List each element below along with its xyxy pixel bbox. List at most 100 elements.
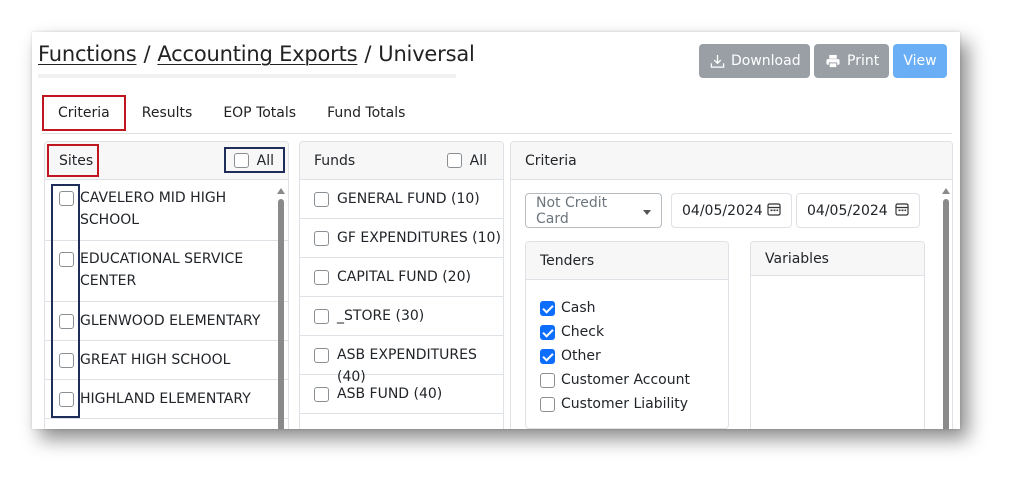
caret-down-icon	[643, 203, 651, 219]
fund-checkbox[interactable]	[314, 270, 329, 285]
list-item[interactable]: EDUCATIONAL SERVICE CENTER	[45, 241, 288, 302]
funds-select-all-label: All	[469, 152, 487, 169]
tenders-panel-title: Tenders	[540, 252, 595, 269]
tender-label: Customer Account	[561, 372, 690, 388]
funds-panel-header: Funds All	[300, 142, 503, 180]
site-label-line: CAVELERO MID HIGH	[80, 190, 227, 206]
tender-checkbox[interactable]	[540, 396, 555, 412]
tender-option-customer-account[interactable]: Customer Account	[540, 368, 728, 392]
fund-label: _STORE (30)	[337, 308, 425, 324]
site-label-line: CENTER	[80, 273, 137, 289]
breadcrumb-separator: /	[143, 42, 151, 66]
tab-bar-divider	[42, 133, 952, 134]
tenders-panel: Tenders Cash Check Other Customer Accoun…	[525, 241, 729, 429]
breadcrumb-current: Universal	[378, 42, 475, 66]
payment-filter-value: Not Credit Card	[536, 194, 608, 227]
fund-label: GENERAL FUND (10)	[337, 191, 480, 207]
tab-eop-totals[interactable]: EOP Totals	[223, 95, 296, 131]
app-frame: Functions / Accounting Exports / Universal D…	[32, 32, 960, 429]
funds-list: GENERAL FUND (10) GF EXPENDITURES (10) C…	[300, 180, 503, 414]
criteria-scrollbar-thumb[interactable]	[943, 199, 949, 429]
site-label-line: SCHOOL	[80, 212, 140, 228]
breadcrumb: Functions / Accounting Exports / Universal	[38, 42, 475, 66]
sites-all-highlight	[224, 147, 285, 173]
tender-checkbox[interactable]	[540, 300, 555, 316]
site-label: GLENWOOD ELEMENTARY	[80, 313, 261, 329]
date-to-value: 04/05/2024	[807, 202, 888, 219]
printer-icon	[825, 54, 841, 69]
print-button[interactable]: Print	[814, 44, 889, 78]
sites-checkbox-column-highlight	[51, 184, 80, 418]
scroll-up-arrow-icon[interactable]	[942, 188, 950, 194]
date-to-input[interactable]: 04/05/2024	[796, 193, 920, 228]
tab-results[interactable]: Results	[142, 95, 193, 131]
funds-select-all-checkbox[interactable]	[446, 153, 462, 168]
calendar-icon[interactable]	[767, 202, 781, 220]
site-label: HIGHLAND ELEMENTARY	[80, 391, 251, 407]
tab-fund-totals[interactable]: Fund Totals	[327, 95, 405, 131]
tender-checkbox[interactable]	[540, 324, 555, 340]
breadcrumb-separator: /	[364, 42, 372, 66]
scroll-up-arrow-icon[interactable]	[277, 188, 285, 194]
breadcrumb-divider	[38, 74, 456, 78]
fund-checkbox[interactable]	[314, 192, 329, 207]
list-item[interactable]: CAPITAL FUND (20)	[300, 258, 503, 297]
tender-option-other[interactable]: Other	[540, 344, 728, 368]
breadcrumb-link-accounting-exports[interactable]: Accounting Exports	[157, 42, 357, 66]
list-item[interactable]: GLENWOOD ELEMENTARY	[45, 302, 288, 341]
date-from-input[interactable]: 04/05/2024	[671, 193, 792, 228]
site-label: EDUCATIONAL SERVICE CENTER	[80, 248, 243, 292]
criteria-panel-title: Criteria	[525, 152, 577, 169]
tender-label: Other	[561, 348, 601, 364]
tender-label: Cash	[561, 300, 596, 316]
list-item[interactable]: GENERAL FUND (10)	[300, 180, 503, 219]
fund-checkbox[interactable]	[314, 348, 329, 363]
tender-option-customer-liability[interactable]: Customer Liability	[540, 392, 728, 416]
payment-filter-dropdown[interactable]: Not Credit Card	[525, 193, 662, 228]
toolbar: Download Print View	[699, 44, 947, 78]
tender-label: Customer Liability	[561, 396, 689, 412]
breadcrumb-link-functions[interactable]: Functions	[38, 42, 137, 66]
funds-panel-title: Funds	[314, 152, 356, 169]
download-icon	[710, 54, 725, 69]
list-item[interactable]: HIGHLAND ELEMENTARY	[45, 380, 288, 419]
tab-criteria[interactable]: Criteria	[42, 95, 126, 131]
tab-bar: Criteria Results EOP Totals Fund Totals	[42, 95, 405, 131]
tender-option-cash[interactable]: Cash	[540, 296, 728, 320]
tenders-list: Cash Check Other Customer Account Custom…	[526, 280, 728, 416]
list-item[interactable]: CAVELERO MID HIGH SCHOOL	[45, 180, 288, 241]
calendar-icon[interactable]	[895, 202, 909, 220]
list-item[interactable]: GREAT HIGH SCHOOL	[45, 341, 288, 380]
site-label: CAVELERO MID HIGH SCHOOL	[80, 187, 226, 231]
variables-panel-title: Variables	[765, 250, 829, 267]
tender-option-check[interactable]: Check	[540, 320, 728, 344]
list-item[interactable]: ASB EXPENDITURES (40)	[300, 336, 503, 385]
sites-list: CAVELERO MID HIGH SCHOOL EDUCATIONAL SER…	[45, 180, 288, 419]
tender-label: Check	[561, 324, 605, 340]
date-from-value: 04/05/2024	[682, 202, 763, 219]
funds-panel: Funds All GENERAL FUND (10) GF EXPENDITU…	[299, 141, 504, 429]
download-button[interactable]: Download	[699, 44, 810, 78]
sites-scrollbar[interactable]	[277, 182, 285, 429]
view-button-label: View	[903, 53, 937, 69]
fund-label: GF EXPENDITURES (10)	[337, 230, 501, 246]
view-button[interactable]: View	[893, 44, 947, 78]
site-label-line: EDUCATIONAL SERVICE	[80, 251, 244, 267]
tender-checkbox[interactable]	[540, 372, 555, 388]
list-item[interactable]: GF EXPENDITURES (10)	[300, 219, 503, 258]
fund-checkbox[interactable]	[314, 387, 329, 402]
fund-checkbox[interactable]	[314, 309, 329, 324]
fund-label: CAPITAL FUND (20)	[337, 269, 471, 285]
fund-label: ASB FUND (40)	[337, 386, 443, 402]
criteria-panel: Criteria Not Credit Card 04/05/2024 04/0…	[510, 141, 953, 429]
fund-checkbox[interactable]	[314, 231, 329, 246]
tender-checkbox[interactable]	[540, 348, 555, 364]
sites-title-highlight	[47, 144, 99, 177]
funds-select-all[interactable]: All	[446, 152, 487, 169]
site-label: GREAT HIGH SCHOOL	[80, 352, 231, 368]
criteria-panel-header: Criteria	[511, 142, 952, 180]
sites-panel: Sites All CAVELERO MID HIGH SCHOOL EDUCA…	[44, 141, 289, 429]
list-item[interactable]: _STORE (30)	[300, 297, 503, 336]
sites-scrollbar-thumb[interactable]	[278, 199, 284, 429]
criteria-scrollbar[interactable]	[942, 182, 950, 429]
